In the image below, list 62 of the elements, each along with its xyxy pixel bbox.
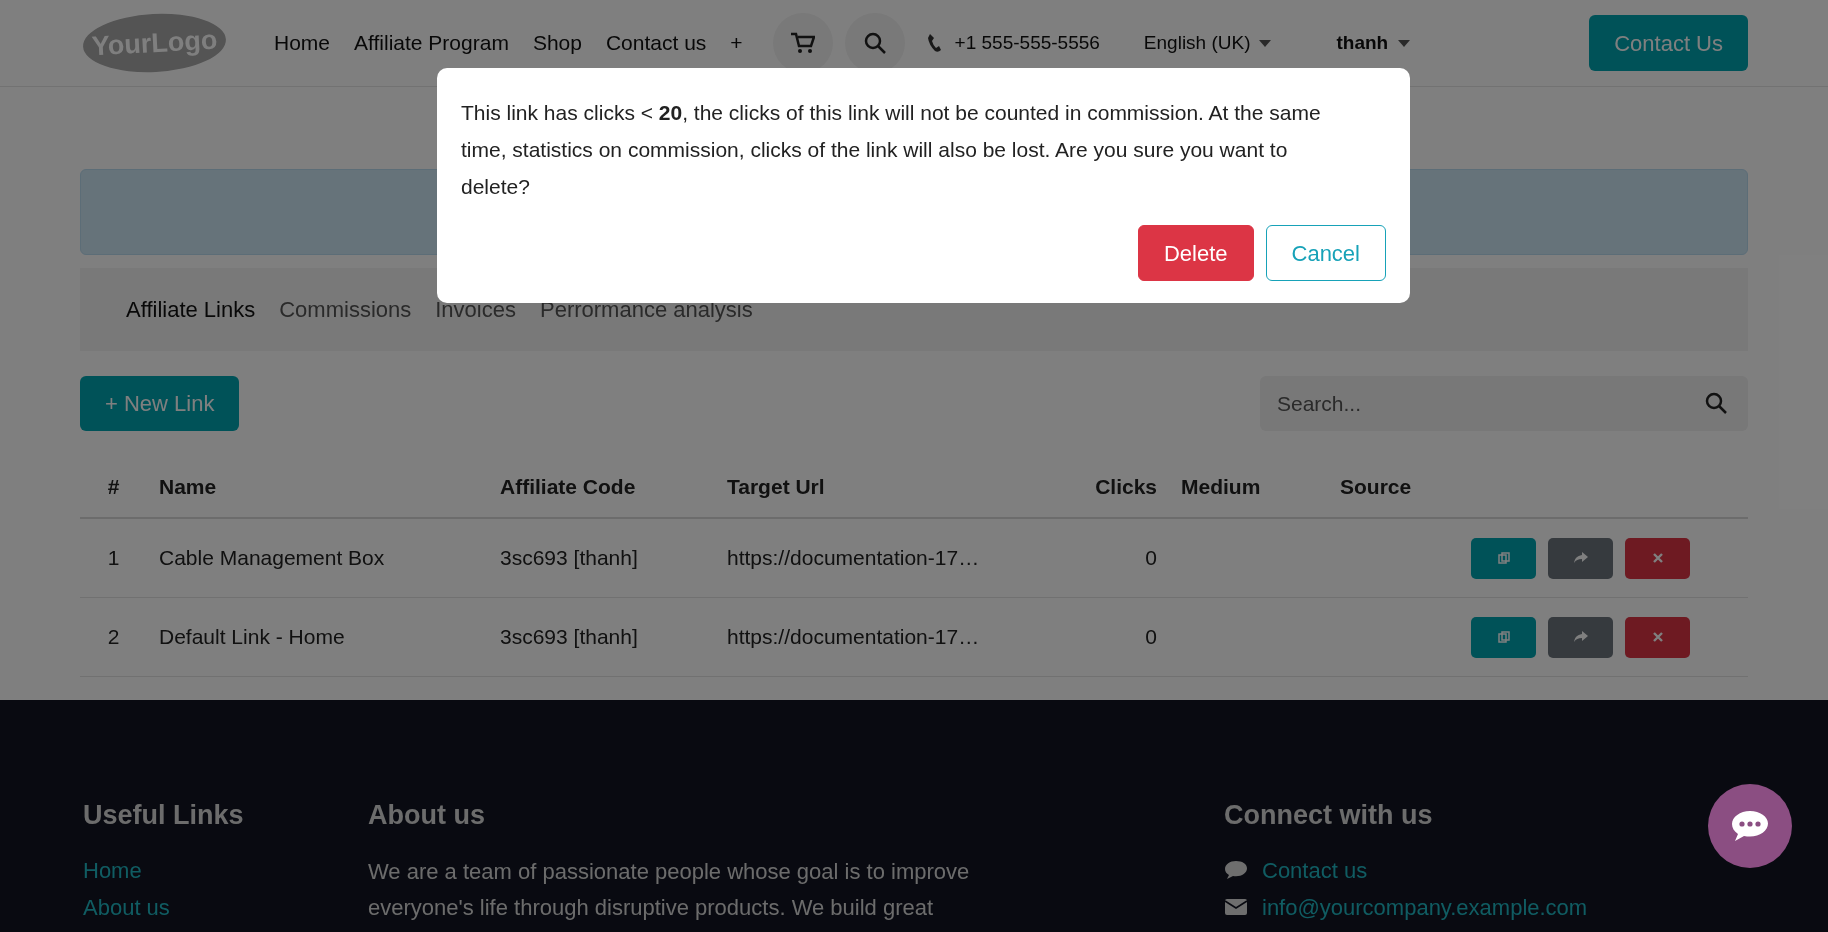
new-link-button[interactable]: + New Link [80, 376, 240, 431]
column-header: Target Url [726, 473, 826, 500]
user-dropdown[interactable]: thanh [1336, 28, 1411, 58]
envelope-icon [1224, 898, 1248, 916]
table-cell-text: Cable Management Box [158, 545, 386, 572]
cart-icon [790, 32, 815, 54]
copy-button[interactable] [1471, 537, 1536, 579]
nav-link[interactable]: Affiliate Program [354, 27, 509, 59]
column-header: Clicks [1094, 473, 1158, 500]
phone-number[interactable]: +1 555-555-5556 [954, 28, 1100, 58]
footer-link[interactable]: Contact us [1262, 853, 1368, 887]
share-button[interactable] [1548, 616, 1613, 658]
nav-link[interactable]: Home [274, 27, 331, 59]
dialog-message: This link has clicks < 20, the clicks of this link will not be counted in commission. At the same time, statistics on commission, clicks of the link will also be lost. Are you sure you want to delete? [461, 100, 1322, 200]
table-cell-text: 3sc693 [thanh] [499, 545, 639, 572]
tab[interactable]: Affiliate Links [116, 293, 266, 326]
about-text: We are a team of passionate people whose goal is to improve everyone's life through disruptive products. We build great [368, 857, 971, 922]
footer-heading: About us [368, 799, 486, 832]
language-dropdown[interactable]: English (UK) [1143, 28, 1271, 58]
close-icon [1652, 632, 1663, 642]
search-field[interactable]: Search... [1260, 376, 1748, 431]
column-header: Name [158, 473, 218, 500]
footer-link[interactable]: Home [83, 853, 368, 887]
nav-link[interactable]: Shop [532, 27, 582, 59]
delete-button[interactable] [1625, 537, 1690, 579]
table-cell-text: 3sc693 [thanh] [499, 624, 639, 651]
table-cell-text: https://documentation-17… [726, 624, 981, 651]
table-cell-text: https://documentation-17… [726, 545, 981, 572]
footer-link[interactable]: About us [83, 890, 368, 924]
copy-icon [1497, 552, 1510, 564]
delete-button[interactable] [1625, 616, 1690, 658]
column-header: Affiliate Code [499, 473, 637, 500]
share-arrow-icon [1573, 552, 1588, 564]
close-icon [1652, 553, 1663, 563]
tab[interactable]: Commissions [269, 293, 422, 326]
caret-icon [1398, 39, 1411, 47]
footer-heading: Useful Links [83, 799, 245, 832]
footer-link[interactable]: info@yourcompany.example.com [1262, 890, 1588, 924]
share-arrow-icon [1573, 631, 1588, 643]
table-cell-text: 0 [1144, 624, 1158, 651]
column-header: Source [1339, 473, 1413, 500]
footer-heading: Connect with us [1224, 799, 1434, 832]
chat-bubble-icon [1731, 810, 1769, 842]
table-cell-text: Default Link - Home [158, 624, 346, 651]
copy-icon [1497, 631, 1510, 643]
phone-icon [926, 33, 941, 53]
search-icon [1704, 391, 1728, 415]
table-cell-text: 0 [1144, 545, 1158, 572]
share-button[interactable] [1548, 537, 1613, 579]
table-cell-text: 1 [106, 545, 121, 572]
copy-button[interactable] [1471, 616, 1536, 658]
speech-bubble-icon [1224, 860, 1248, 880]
nav-link[interactable]: + [730, 27, 743, 59]
column-header: Medium [1180, 473, 1262, 500]
caret-icon [1258, 39, 1271, 47]
search-icon [862, 31, 887, 55]
nav-link[interactable]: Contact us [605, 27, 707, 59]
table-cell-text: 2 [106, 624, 121, 651]
contact-us-button[interactable]: Contact Us [1589, 15, 1748, 71]
delete-button[interactable]: Delete [1137, 225, 1254, 281]
column-header: # [106, 473, 121, 500]
cancel-button[interactable]: Cancel [1265, 225, 1386, 281]
